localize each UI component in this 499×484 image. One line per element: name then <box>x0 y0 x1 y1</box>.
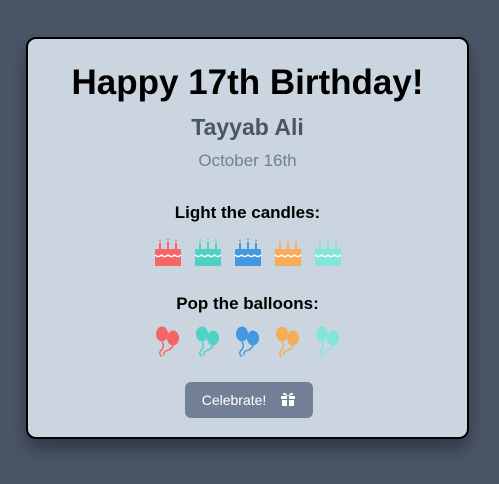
cake-candle-button-3[interactable] <box>233 235 262 267</box>
cake-candle-button-4[interactable] <box>273 235 302 267</box>
balloons-icon <box>155 326 179 358</box>
balloons-row <box>28 326 467 358</box>
birthday-cake-icon <box>193 238 222 266</box>
balloon-button-2[interactable] <box>194 326 222 358</box>
birthday-cake-icon <box>313 238 342 266</box>
candles-label: Light the candles: <box>174 203 321 222</box>
balloons-icon <box>235 326 259 358</box>
balloons-label: Pop the balloons: <box>176 294 319 313</box>
cake-candle-button-2[interactable] <box>193 235 222 267</box>
balloons-icon <box>315 326 339 358</box>
cake-candle-button-1[interactable] <box>153 235 182 267</box>
gift-icon <box>280 391 296 409</box>
birthday-card: Happy 17th Birthday! Tayyab Ali October … <box>26 37 469 439</box>
cake-candle-button-5[interactable] <box>313 235 342 267</box>
birthday-date: October 16th <box>198 151 297 170</box>
page-title: Happy 17th Birthday! <box>71 63 424 102</box>
celebrate-label: Celebrate! <box>201 392 267 408</box>
balloon-button-1[interactable] <box>154 326 182 358</box>
balloon-button-4[interactable] <box>274 326 302 358</box>
recipient-name: Tayyab Ali <box>191 114 304 140</box>
birthday-cake-icon <box>153 238 182 266</box>
birthday-cake-icon <box>273 238 302 266</box>
celebrate-button[interactable]: Celebrate! <box>185 382 313 418</box>
balloon-button-3[interactable] <box>234 326 262 358</box>
birthday-cake-icon <box>233 238 262 266</box>
balloon-button-5[interactable] <box>314 326 342 358</box>
balloons-icon <box>275 326 299 358</box>
balloons-icon <box>195 326 219 358</box>
cakes-row <box>28 235 467 267</box>
